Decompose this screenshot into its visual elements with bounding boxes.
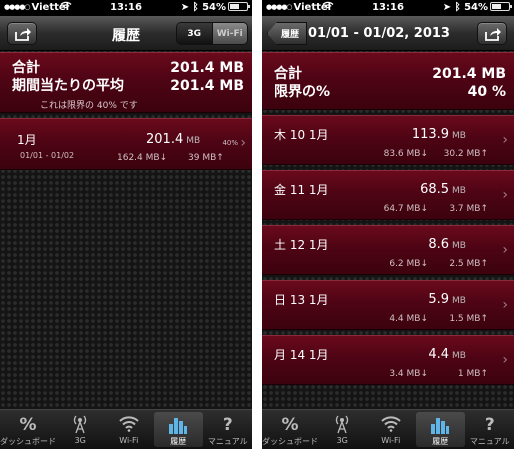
- day-unit: MB: [452, 296, 466, 306]
- tab-history[interactable]: 履歴: [416, 412, 465, 447]
- percent-icon: %: [19, 415, 37, 435]
- summary-panel: 合計 201.4 MB 期間当たりの平均 201.4 MB これは限界の 40%…: [0, 52, 252, 113]
- tab-wifi[interactable]: Wi-Fi: [105, 410, 154, 449]
- total-value: 201.4 MB: [170, 60, 244, 76]
- segment-wifi[interactable]: Wi-Fi: [211, 23, 247, 44]
- tab-3g[interactable]: 3G: [318, 410, 367, 449]
- segment-3g[interactable]: 3G: [177, 23, 212, 44]
- day-label: 木 10 1月: [274, 128, 329, 142]
- location-icon: ➤: [180, 2, 190, 13]
- battery-percent: 54%: [202, 2, 226, 13]
- day-upload: 30.2 MB↑: [443, 149, 488, 159]
- month-total: 201.4: [146, 132, 184, 147]
- tab-bar: % ダッシュボード 3G Wi-Fi 履歴 ? マニュアル: [262, 409, 514, 449]
- location-icon: ➤: [442, 2, 452, 13]
- day-total: 113.9: [411, 127, 450, 142]
- month-label: 1月: [17, 133, 37, 147]
- limit-note: これは限界の 40% です: [40, 101, 138, 111]
- month-percent: 40%: [222, 139, 238, 147]
- tab-bar: % ダッシュボード 3G Wi-Fi 履歴 ? マニュアル: [0, 409, 252, 449]
- question-icon: ?: [484, 415, 495, 435]
- chevron-right-icon: ›: [502, 352, 508, 368]
- question-icon: ?: [222, 415, 233, 435]
- total-label: 合計: [12, 60, 40, 76]
- page-title: 01/01 - 01/02, 2013: [308, 26, 450, 41]
- list-item[interactable]: 金 11 1月 68.5 MB 64.7 MB↓ 3.7 MB↑ ›: [262, 170, 514, 220]
- history-screen: ●●●●○ Viettel 13:16 ➤ ᛒ 54% 履歴 3G Wi-Fi 合…: [0, 0, 252, 449]
- bar-chart-icon: [154, 416, 203, 438]
- day-upload: 1.5 MB↑: [449, 314, 488, 324]
- tab-manual[interactable]: ? マニュアル: [204, 410, 253, 449]
- day-label: 日 13 1月: [274, 293, 329, 307]
- limit-label: 限界の%: [274, 84, 331, 100]
- month-unit: MB: [186, 136, 201, 146]
- day-download: 83.6 MB↓: [383, 149, 428, 159]
- chevron-right-icon: ›: [502, 242, 508, 258]
- average-label: 期間当たりの平均: [12, 78, 124, 94]
- average-value: 201.4 MB: [170, 78, 244, 94]
- antenna-icon: [318, 414, 367, 436]
- navigation-bar: 履歴 01/01 - 01/02, 2013: [262, 16, 514, 51]
- navigation-bar: 履歴 3G Wi-Fi: [0, 16, 252, 51]
- day-label: 金 11 1月: [274, 183, 329, 197]
- tab-3g[interactable]: 3G: [56, 410, 105, 449]
- day-download: 4.4 MB↓: [389, 314, 428, 324]
- share-button[interactable]: [477, 22, 507, 45]
- history-detail-screen: ●●●●○ Viettel 13:16 ➤ ᛒ 54% 履歴 01/01 - 01…: [262, 0, 514, 449]
- status-bar: ●●●●○ Viettel 13:16 ➤ ᛒ 54%: [262, 0, 514, 16]
- day-label: 土 12 1月: [274, 238, 329, 252]
- network-segmented-control[interactable]: 3G Wi-Fi: [176, 22, 248, 45]
- summary-panel: 合計 201.4 MB 限界の% 40 %: [262, 52, 514, 110]
- tab-dashboard[interactable]: % ダッシュボード: [262, 410, 318, 449]
- status-bar: ●●●●○ Viettel 13:16 ➤ ᛒ 54%: [0, 0, 252, 16]
- day-label: 月 14 1月: [274, 348, 329, 362]
- battery-icon: [490, 2, 512, 11]
- day-unit: MB: [452, 351, 466, 361]
- list-item[interactable]: 日 13 1月 5.9 MB 4.4 MB↓ 1.5 MB↑ ›: [262, 280, 514, 330]
- day-download: 3.4 MB↓: [389, 369, 428, 379]
- total-value: 201.4 MB: [432, 66, 506, 82]
- day-total: 68.5: [420, 182, 450, 197]
- tab-wifi[interactable]: Wi-Fi: [367, 410, 416, 449]
- wifi-icon: [367, 414, 416, 436]
- list-item[interactable]: 月 14 1月 4.4 MB 3.4 MB↓ 1 MB↑ ›: [262, 335, 514, 385]
- bar-chart-icon: [416, 416, 465, 438]
- day-total: 4.4: [428, 347, 450, 362]
- total-label: 合計: [274, 66, 302, 82]
- wifi-icon: [105, 414, 154, 436]
- day-total: 5.9: [428, 292, 450, 307]
- month-upload: 39 MB↑: [188, 153, 224, 163]
- day-upload: 1 MB↑: [457, 369, 488, 379]
- day-download: 6.2 MB↓: [389, 259, 428, 269]
- antenna-icon: [56, 414, 105, 436]
- list-item[interactable]: 土 12 1月 8.6 MB 6.2 MB↓ 2.5 MB↑ ›: [262, 225, 514, 275]
- tab-manual[interactable]: ? マニュアル: [466, 410, 514, 449]
- back-button[interactable]: 履歴: [267, 22, 307, 45]
- chevron-right-icon: ›: [502, 187, 508, 203]
- chevron-right-icon: ›: [502, 132, 508, 148]
- bluetooth-icon: ᛒ: [192, 2, 199, 13]
- day-unit: MB: [452, 131, 466, 141]
- share-icon: [485, 28, 501, 41]
- percent-icon: %: [281, 415, 299, 435]
- limit-value: 40 %: [467, 84, 506, 100]
- battery-percent: 54%: [464, 2, 488, 13]
- battery-icon: [228, 2, 250, 11]
- day-upload: 2.5 MB↑: [449, 259, 488, 269]
- month-range: 01/01 - 01/02: [20, 151, 75, 160]
- chevron-right-icon: ›: [502, 297, 508, 313]
- day-download: 64.7 MB↓: [383, 204, 428, 214]
- day-upload: 3.7 MB↑: [449, 204, 488, 214]
- day-unit: MB: [452, 186, 466, 196]
- list-item[interactable]: 1月 01/01 - 01/02 201.4 MB 40% 162.4 MB↓ 3…: [0, 118, 252, 170]
- chevron-right-icon: ›: [240, 135, 246, 151]
- list-item[interactable]: 木 10 1月 113.9 MB 83.6 MB↓ 30.2 MB↑ ›: [262, 115, 514, 165]
- tab-history[interactable]: 履歴: [154, 412, 203, 447]
- day-unit: MB: [452, 241, 466, 251]
- month-download: 162.4 MB↓: [117, 153, 168, 163]
- tab-dashboard[interactable]: % ダッシュボード: [0, 410, 56, 449]
- bluetooth-icon: ᛒ: [454, 2, 461, 13]
- day-total: 8.6: [428, 237, 450, 252]
